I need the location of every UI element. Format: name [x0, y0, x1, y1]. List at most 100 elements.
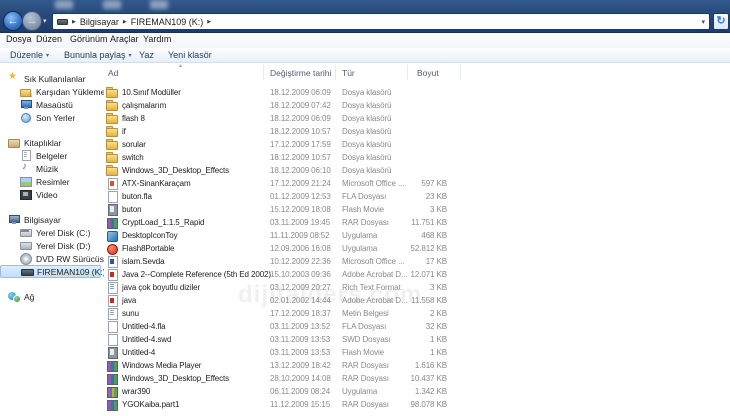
- table-row[interactable]: java02.01.2002 14:44Adobe Acrobat D...11…: [104, 294, 730, 307]
- disk2-icon: [20, 240, 32, 251]
- column-divider[interactable]: [263, 65, 264, 80]
- sidebar-item-dvd-rw-s-r-c-s-f[interactable]: DVD RW Sürücüsü (F: [0, 252, 104, 265]
- blurred-region: [103, 0, 121, 9]
- column-divider[interactable]: [407, 65, 408, 80]
- table-row[interactable]: Windows_3D_Desktop_Effects28.10.2009 14:…: [104, 372, 730, 385]
- table-row[interactable]: wrar39006.11.2009 08:24Uygulama1.342 KB: [104, 385, 730, 398]
- column-divider[interactable]: [335, 65, 336, 80]
- table-row[interactable]: Untitled-4.fla03.11.2009 13:52FLA Dosyas…: [104, 320, 730, 333]
- history-dropdown-icon[interactable]: ▾: [43, 17, 47, 25]
- sort-ascending-icon: ▲: [178, 63, 183, 69]
- file-date-modified: 17.12.2009 17:59: [270, 138, 331, 151]
- toolbar-label: Bununla paylaş: [64, 50, 126, 60]
- toolbar-share-button[interactable]: Bununla paylaş ▾: [64, 48, 132, 62]
- rar-icon: [106, 360, 118, 371]
- sidebar-item-s-k-kullan-lanlar[interactable]: Sık Kullanılanlar: [0, 72, 104, 85]
- file-date-modified: 03.11.2009 13:53: [270, 333, 330, 346]
- file-name-cell: Untitled-4.fla: [106, 320, 166, 333]
- table-row[interactable]: java çok boyutlu diziler03.12.2009 20:27…: [104, 281, 730, 294]
- sidebar-section: Ağ: [0, 290, 104, 303]
- table-row[interactable]: Java 2--Complete Reference (5th Ed 2002)…: [104, 268, 730, 281]
- sidebar-item-kitapl-klar[interactable]: Kitaplıklar: [0, 136, 104, 149]
- table-row[interactable]: if18.12.2009 10:57Dosya klasörü: [104, 125, 730, 138]
- sidebar-item-fireman109-k[interactable]: FIREMAN109 (K:): [0, 265, 101, 278]
- table-row[interactable]: Untitled-4.swd03.11.2009 13:53SWD Dosyas…: [104, 333, 730, 346]
- table-row[interactable]: buton.fla01.12.2009 12:53FLA Dosyası23 K…: [104, 190, 730, 203]
- sidebar-item-bilgisayar[interactable]: Bilgisayar: [0, 213, 104, 226]
- forward-button[interactable]: →: [22, 11, 42, 31]
- column-header-name[interactable]: Ad: [108, 68, 118, 78]
- table-row[interactable]: CryptLoad_1.1.5_Rapid03.11.2009 19:45RAR…: [104, 216, 730, 229]
- column-header-date-modified[interactable]: Değiştirme tarihi: [270, 68, 331, 78]
- table-row[interactable]: Untitled-403.11.2009 13:53Flash Movie1 K…: [104, 346, 730, 359]
- menu-duzen[interactable]: Düzen: [36, 34, 62, 44]
- column-header-size[interactable]: Boyut: [417, 68, 439, 78]
- column-divider[interactable]: [460, 65, 461, 80]
- menu-yardim[interactable]: Yardım: [143, 34, 171, 44]
- flashmovie-icon: [106, 347, 118, 358]
- file-name-cell: ATX-SinanKaraçam: [106, 177, 191, 190]
- sidebar-item-label: Resimler: [36, 177, 70, 187]
- file-name: çalışmalarım: [122, 101, 166, 110]
- library-icon: [8, 137, 20, 148]
- table-row[interactable]: ATX-SinanKaraçam17.12.2009 21:24Microsof…: [104, 177, 730, 190]
- table-row[interactable]: YGOKaiba.part111.12.2009 15:15RAR Dosyas…: [104, 398, 730, 411]
- table-row[interactable]: buton15.12.2009 18:08Flash Movie3 KB: [104, 203, 730, 216]
- file-name-cell: buton: [106, 203, 142, 216]
- sidebar-item-a[interactable]: Ağ: [0, 290, 104, 303]
- sidebar-item-son-yerler[interactable]: Son Yerler: [0, 111, 104, 124]
- table-row[interactable]: Windows_3D_Desktop_Effects18.12.2009 06:…: [104, 164, 730, 177]
- toolbar-new-folder-button[interactable]: Yeni klasör: [168, 48, 212, 62]
- sidebar-item-video[interactable]: Video: [0, 188, 104, 201]
- file-size: 11.751 KB: [392, 216, 447, 229]
- file-size: 1 KB: [392, 333, 447, 346]
- column-header-type[interactable]: Tür: [342, 68, 355, 78]
- table-row[interactable]: switch18.12.2009 10:57Dosya klasörü: [104, 151, 730, 164]
- file-name: buton.fla: [122, 192, 152, 201]
- menu-araclar[interactable]: Araçlar: [110, 34, 139, 44]
- toolbar-duzenle-button[interactable]: Düzenle ▾: [10, 48, 49, 62]
- table-row[interactable]: flash 818.12.2009 06:09Dosya klasörü: [104, 112, 730, 125]
- address-bar[interactable]: ▶ Bilgisayar ▶ FIREMAN109 (K:) ▶ ▾: [52, 13, 710, 30]
- table-row[interactable]: sunu17.12.2009 18:37Metin Belgesi2 KB: [104, 307, 730, 320]
- sidebar-item-kar-dan-y-klemeler[interactable]: Karşıdan Yüklemeler: [0, 85, 104, 98]
- file-size: 1 KB: [392, 346, 447, 359]
- breadcrumb-drive[interactable]: FIREMAN109 (K:): [131, 17, 204, 27]
- sidebar-item-yerel-disk-c[interactable]: Yerel Disk (C:): [0, 226, 104, 239]
- sidebar-item-yerel-disk-d[interactable]: Yerel Disk (D:): [0, 239, 104, 252]
- sidebar-item-masa-st[interactable]: Masaüstü: [0, 98, 104, 111]
- command-toolbar: Düzenle ▾ Bununla paylaş ▾ Yaz Yeni klas…: [0, 48, 730, 63]
- sidebar-item-label: Bilgisayar: [24, 215, 61, 225]
- table-row[interactable]: sorular17.12.2009 17:59Dosya klasörü: [104, 138, 730, 151]
- breadcrumb-computer[interactable]: Bilgisayar: [80, 17, 119, 27]
- sidebar-item-m-zik[interactable]: Müzik: [0, 162, 104, 175]
- file-name-cell: Windows_3D_Desktop_Effects: [106, 372, 229, 385]
- sidebar-item-belgeler[interactable]: Belgeler: [0, 149, 104, 162]
- toolbar-burn-button[interactable]: Yaz: [139, 48, 154, 62]
- menu-gorunum[interactable]: Görünüm: [70, 34, 108, 44]
- table-row[interactable]: çalışmalarım18.12.2009 07:42Dosya klasör…: [104, 99, 730, 112]
- file-name-cell: wrar390: [106, 385, 150, 398]
- file-type: RAR Dosyası: [342, 359, 389, 372]
- sidebar-item-label: Yerel Disk (D:): [36, 241, 90, 251]
- recent-icon: [20, 112, 32, 123]
- menu-dosya[interactable]: Dosya: [6, 34, 32, 44]
- refresh-button[interactable]: ↻: [713, 13, 729, 30]
- file-type: Dosya klasörü: [342, 125, 391, 138]
- table-row[interactable]: DesktopIconToy11.11.2009 08:52Uygulama46…: [104, 229, 730, 242]
- address-dropdown-icon[interactable]: ▾: [701, 18, 705, 26]
- chevron-down-icon: ▾: [129, 52, 132, 59]
- table-row[interactable]: islam.Sevda10.12.2009 22:36Microsoft Off…: [104, 255, 730, 268]
- file-name: Untitled-4: [122, 348, 155, 357]
- file-name-cell: switch: [106, 151, 144, 164]
- sidebar-item-resimler[interactable]: Resimler: [0, 175, 104, 188]
- file-name: flash 8: [122, 114, 145, 123]
- table-row[interactable]: Windows Media Player13.12.2009 18:42RAR …: [104, 359, 730, 372]
- file-type: Dosya klasörü: [342, 164, 391, 177]
- explorer-window: ← → ▾ ▶ Bilgisayar ▶ FIREMAN109 (K:) ▶ ▾…: [0, 0, 730, 416]
- main-area: Sık KullanılanlarKarşıdan YüklemelerMasa…: [0, 63, 730, 416]
- toolbar-label: Yeni klasör: [168, 50, 212, 60]
- back-button[interactable]: ←: [3, 11, 23, 31]
- table-row[interactable]: Flash8Portable12.09.2006 16:08Uygulama52…: [104, 242, 730, 255]
- table-row[interactable]: 10.Sınıf Modüller18.12.2009 06:09Dosya k…: [104, 86, 730, 99]
